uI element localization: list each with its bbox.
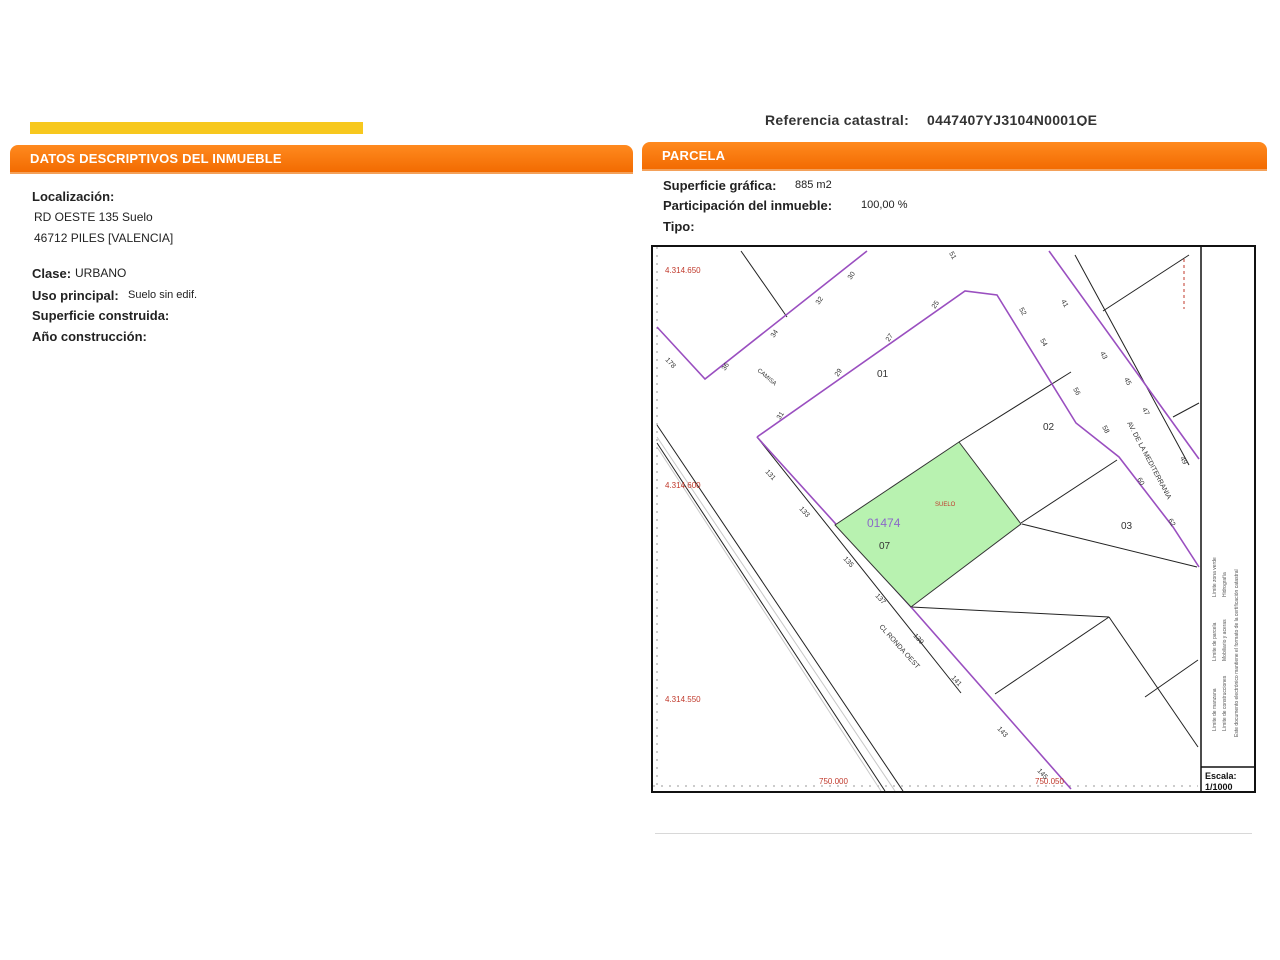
street-label-ronda: CL RONDA OEST <box>878 624 922 671</box>
anio-construccion-label: Año construcción: <box>32 329 147 344</box>
house-number: 131 <box>764 469 777 482</box>
legend-entry: Límite de parcela <box>1212 622 1218 661</box>
road-parallel-lines <box>656 436 896 792</box>
legend-note: Este documento electrónico mantiene el f… <box>1234 569 1240 737</box>
parcela-section-header: PARCELA <box>642 142 1267 170</box>
street-label-camisa: CAMISA <box>756 368 777 387</box>
house-number: 58 <box>1100 425 1110 435</box>
yellow-accent-bar <box>30 122 363 134</box>
participacion-value: 100,00 % <box>861 199 908 211</box>
superficie-construida-label: Superficie construida: <box>32 308 170 323</box>
street-label-avenida: AV. DE LA MEDITERRANIA <box>1125 421 1172 501</box>
coord-label-x1: 750.000 <box>819 777 848 786</box>
legend-entry: Límite zona verde <box>1212 557 1218 597</box>
clase-label: Clase: <box>32 266 72 281</box>
scale-label: Escala: <box>1205 771 1237 781</box>
house-number: 56 <box>1071 387 1081 397</box>
house-number: 41 <box>1059 299 1069 309</box>
legend-entry: Mobiliario y aceras <box>1222 619 1228 661</box>
house-number: 143 <box>996 726 1009 739</box>
coord-label-x2: 750.050 <box>1035 777 1064 786</box>
house-number: 45 <box>1122 377 1132 387</box>
highlighted-parcel <box>834 441 1022 608</box>
lot-01-label: 01 <box>877 369 889 380</box>
address-line-1: RD OESTE 135 Suelo <box>34 210 153 224</box>
house-number: 30 <box>847 271 857 281</box>
coord-label-mid: 4.314.600 <box>665 481 701 490</box>
house-number: 137 <box>874 593 887 606</box>
bottom-divider <box>655 833 1252 834</box>
descriptive-section-header: DATOS DESCRIPTIVOS DEL INMUEBLE <box>10 145 633 173</box>
superficie-grafica-label: Superficie gráfica: <box>663 178 777 193</box>
address-line-2: 46712 PILES [VALENCIA] <box>34 231 174 245</box>
scale-value: 1/1000 <box>1205 782 1233 791</box>
uso-principal-label: Uso principal: <box>32 288 119 303</box>
uso-principal-value: Suelo sin edif. <box>128 289 198 301</box>
house-number: 49 <box>1178 456 1188 466</box>
legend-entry: Hidrografía <box>1222 572 1228 597</box>
house-number: 54 <box>1038 338 1048 348</box>
house-number: 62 <box>1166 518 1176 528</box>
parcel-tag: SUELO <box>935 502 956 508</box>
house-number: 60 <box>1135 477 1145 487</box>
house-number: 31 <box>776 411 786 421</box>
cadastral-map-svg: 4.314.650 4.314.600 4.314.550 750.000 75… <box>653 247 1254 792</box>
lot-03-label: 03 <box>1121 521 1133 532</box>
reference-value: 0447407YJ3104N0001QE <box>927 114 1098 126</box>
reference-label: Referencia catastral: <box>765 114 910 126</box>
legend-entry: Límite de construcciones <box>1222 675 1228 731</box>
house-number: 178 <box>664 357 677 370</box>
house-number: 34 <box>770 329 780 339</box>
house-number: 141 <box>950 675 963 688</box>
descriptive-header-underline <box>10 172 633 174</box>
block-d-boundary <box>1048 250 1200 460</box>
parcel-sub-number: 07 <box>879 541 891 552</box>
lot-02-label: 02 <box>1043 422 1055 433</box>
localizacion-label: Localización: <box>32 189 115 204</box>
legend-entries: Límite de manzana Límite de parcela Lími… <box>1212 557 1240 737</box>
house-number: 43 <box>1098 351 1108 361</box>
parcela-header-underline <box>642 169 1267 171</box>
superficie-grafica-value: 885 m2 <box>795 179 832 191</box>
legend-entry: Límite de manzana <box>1212 688 1218 731</box>
house-number: 32 <box>815 296 825 306</box>
house-number: 51 <box>947 251 957 261</box>
reference-line: Referencia catastral: 0447407YJ3104N0001Q… <box>765 114 1097 126</box>
cadastral-map: 4.314.650 4.314.600 4.314.550 750.000 75… <box>651 245 1256 793</box>
coord-label-top: 4.314.650 <box>665 266 701 275</box>
clase-value: URBANO <box>75 266 127 280</box>
coord-label-bot: 4.314.550 <box>665 695 701 704</box>
participacion-label: Participación del inmueble: <box>663 198 833 213</box>
tipo-label: Tipo: <box>663 219 695 234</box>
parcel-number: 01474 <box>867 516 901 530</box>
house-number: 52 <box>1017 307 1027 317</box>
house-number: 36 <box>721 362 731 372</box>
house-number: 133 <box>798 506 811 519</box>
house-number: 47 <box>1140 407 1150 417</box>
